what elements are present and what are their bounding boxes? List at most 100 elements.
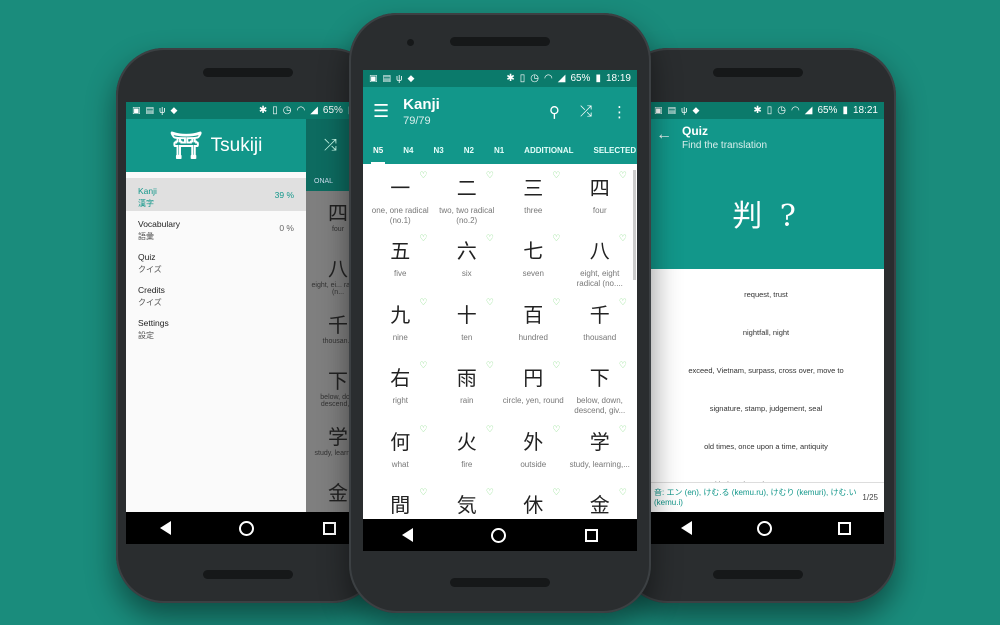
favorite-heart-icon[interactable]: ♡ [552,360,560,371]
kanji-cell[interactable]: 一 ♡ one, one radical (no.1) [367,170,434,233]
kanji-cell[interactable]: 下 ♡ below, down, descend, giv... [567,360,634,423]
kanji-cell[interactable]: 学 ♡ study, learning,... [567,424,634,487]
recents-button[interactable] [322,521,336,535]
earpiece [450,37,550,46]
favorite-heart-icon[interactable]: ♡ [552,170,560,181]
favorite-heart-icon[interactable]: ♡ [619,297,627,308]
kanji-cell[interactable]: 五 ♡ five [367,233,434,296]
kanji-cell[interactable]: 七 ♡ seven [500,233,567,296]
home-button[interactable] [491,527,507,543]
favorite-heart-icon[interactable]: ♡ [419,170,427,181]
kanji-meaning: six [461,269,472,279]
more-vert-icon[interactable]: ⋮ [612,103,627,121]
favorite-heart-icon[interactable]: ♡ [619,170,627,181]
back-button[interactable] [680,521,692,535]
torii-logo-icon: ⛩ [169,130,203,160]
wifi-icon: ◠ [296,105,306,116]
kanji-cell[interactable]: 四 ♡ four [567,170,634,233]
tab-n3[interactable]: N3 [423,136,453,164]
favorite-heart-icon[interactable]: ♡ [486,360,494,371]
answer-option[interactable]: request, trust [648,275,884,313]
kanji-cell[interactable]: 火 ♡ fire [434,424,501,487]
signal-icon: ◢ [804,105,813,116]
favorite-heart-icon[interactable]: ♡ [552,424,560,435]
menu-icon[interactable]: ☰ [373,101,389,122]
quiz-progress: 1/25 [862,493,878,502]
favorite-heart-icon[interactable]: ♡ [419,233,427,244]
right-phone: ▣ ▤ ψ ◆ ✱ ▯ ◷ ◠ ◢ 65% ▮ 18:21 ← Quiz Find the tran… [620,48,896,603]
kanji-cell[interactable]: 二 ♡ two, two radical (no.2) [434,170,501,233]
favorite-heart-icon[interactable]: ♡ [486,487,494,498]
shuffle-icon[interactable]: ⤮ [580,103,592,121]
drawer-item-credits[interactable]: Credits クイズ [126,277,306,310]
answer-option[interactable]: signature, stamp, judgement, seal [648,389,884,427]
scrollbar[interactable] [633,170,636,280]
kanji-cell[interactable]: 雨 ♡ rain [434,360,501,423]
kanji-cell[interactable]: 九 ♡ nine [367,297,434,360]
recents-button[interactable] [838,521,852,535]
favorite-heart-icon[interactable]: ♡ [552,297,560,308]
kanji-cell[interactable]: 円 ♡ circle, yen, round [500,360,567,423]
kanji-cell[interactable]: 十 ♡ ten [434,297,501,360]
answer-option[interactable]: nightfall, night [648,313,884,351]
favorite-heart-icon[interactable]: ♡ [619,487,627,498]
app-title: Tsukiji [210,134,263,156]
kanji-cell[interactable]: 八 ♡ eight, eight radical (no.... [567,233,634,296]
tab-n4[interactable]: N4 [393,136,423,164]
quiz-screen: ▣ ▤ ψ ◆ ✱ ▯ ◷ ◠ ◢ 65% ▮ 18:21 ← Quiz Find the tran… [648,102,884,544]
favorite-heart-icon[interactable]: ♡ [419,424,427,435]
photo-icon: ▤ [145,105,155,115]
recents-button[interactable] [584,528,598,542]
kanji-meaning: below, down, descend, giv... [574,396,626,415]
app-bar: ☰ Kanji 79/79 ⚲ ⤮ ⋮ [363,87,637,136]
favorite-heart-icon[interactable]: ♡ [552,233,560,244]
back-button[interactable] [402,528,414,542]
kanji-cell[interactable]: 百 ♡ hundred [500,297,567,360]
favorite-heart-icon[interactable]: ♡ [619,360,627,371]
answer-option[interactable]: old times, once upon a time, antiquity [648,427,884,465]
kanji-meaning: outside [520,459,547,469]
back-button[interactable] [160,521,172,535]
bluetooth-icon: ✱ [506,73,515,84]
battery-level: 65% [570,73,591,84]
drawer-item-quiz[interactable]: Quiz クイズ [126,244,306,277]
kanji-cell[interactable]: 外 ♡ outside [500,424,567,487]
back-arrow-icon[interactable]: ← [656,126,672,144]
favorite-heart-icon[interactable]: ♡ [619,233,627,244]
favorite-heart-icon[interactable]: ♡ [419,487,427,498]
favorite-heart-icon[interactable]: ♡ [486,233,494,244]
drawer-item-vocabulary[interactable]: Vocabulary 語彙 0 % [126,211,306,244]
favorite-heart-icon[interactable]: ♡ [486,297,494,308]
kanji-meaning: right [392,396,409,406]
tab-n1[interactable]: N1 [484,136,514,164]
kanji-cell[interactable]: 三 ♡ three [500,170,567,233]
tab-n2[interactable]: N2 [454,136,484,164]
drawer-item-kanji[interactable]: Kanji 漢字 39 % [126,178,306,211]
android-icon: ◆ [407,73,415,83]
tab-additional[interactable]: ADDITIONAL [514,136,583,164]
favorite-heart-icon[interactable]: ♡ [419,297,427,308]
kanji-meaning: three [524,206,543,215]
favorite-heart-icon[interactable]: ♡ [486,170,494,181]
search-icon[interactable]: ⚲ [549,103,560,121]
android-icon: ◆ [692,105,700,115]
wifi-icon: ◠ [791,105,800,116]
android-icon: ◆ [170,105,178,115]
kanji-cell[interactable]: 右 ♡ right [367,360,434,423]
home-button[interactable] [239,520,255,536]
favorite-heart-icon[interactable]: ♡ [552,487,560,498]
quiz-title: Quiz [682,124,708,138]
tab-n5[interactable]: N5 [363,136,393,164]
kanji-cell[interactable]: 千 ♡ thousand [567,297,634,360]
answer-option[interactable]: exceed, Vietnam, surpass, cross over, mo… [648,351,884,389]
drawer-item-settings[interactable]: Settings 設定 [126,310,306,343]
kanji-cell[interactable]: 何 ♡ what [367,424,434,487]
alarm-icon: ◷ [777,105,786,116]
home-button[interactable] [757,520,773,536]
favorite-heart-icon[interactable]: ♡ [419,360,427,371]
status-bar: ▣ ▤ ψ ◆ ✱ ▯ ◷ ◠ ◢ 65% ▮ 18:21 [648,102,884,119]
favorite-heart-icon[interactable]: ♡ [619,424,627,435]
favorite-heart-icon[interactable]: ♡ [486,424,494,435]
kanji-cell[interactable]: 六 ♡ six [434,233,501,296]
tab-selected[interactable]: SELECTED [584,136,638,164]
